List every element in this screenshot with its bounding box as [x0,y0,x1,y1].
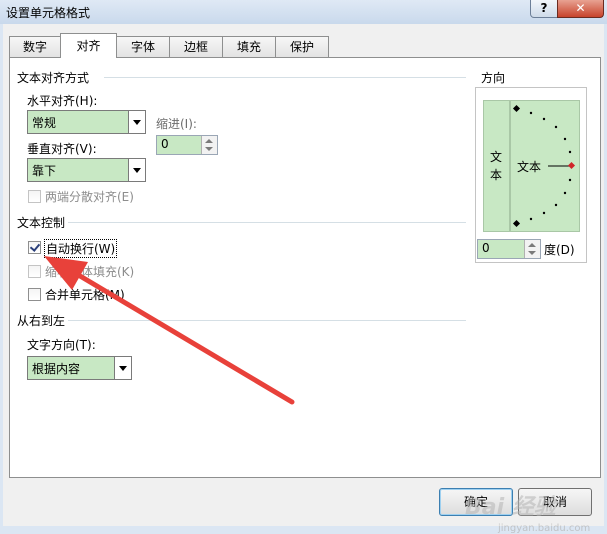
tab-alignment[interactable]: 对齐 [60,33,117,58]
annotation-arrow-icon [44,256,295,405]
